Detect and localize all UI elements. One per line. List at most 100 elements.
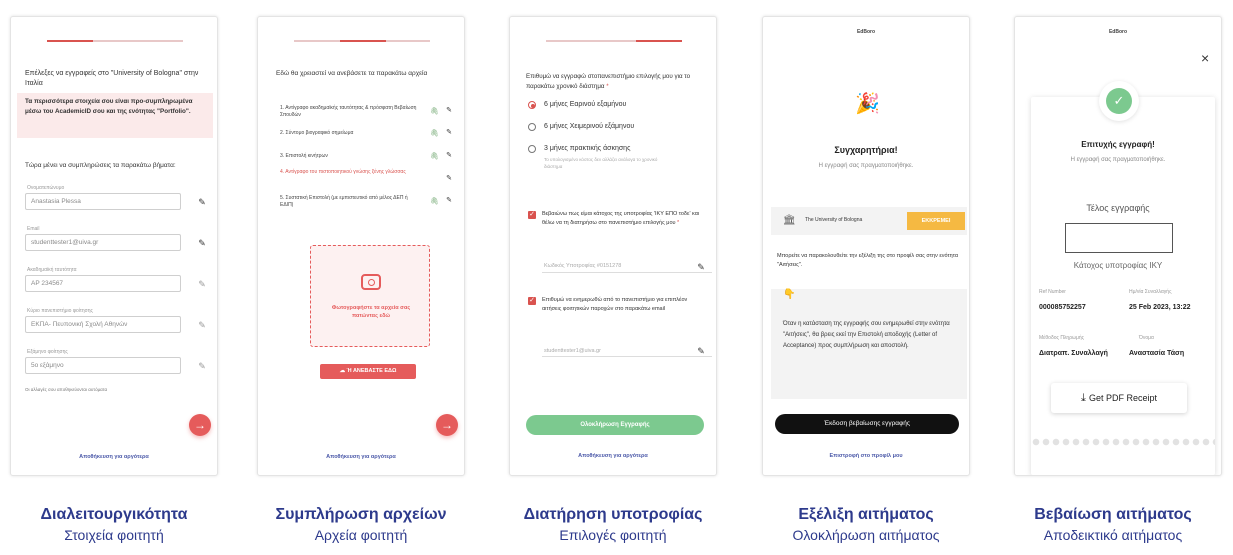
cloud-upload-icon: ☁ <box>339 368 347 374</box>
party-icon: 🎉 <box>855 93 880 115</box>
brand-logo: EdBoro <box>1108 29 1128 35</box>
option-hint: Το υπολογισμένο κόστος δεν αλλάζει ανάλο… <box>544 157 658 169</box>
semester-field[interactable]: 5ο εξάμηνο <box>25 357 181 374</box>
next-button[interactable]: → <box>189 414 211 436</box>
file-item: 2. Σύντομο βιογραφικό σημείωμα <box>280 130 354 136</box>
save-later-link[interactable]: Αποθήκευση για αργότερα <box>510 453 716 459</box>
edit-icon[interactable]: ✎ <box>444 128 454 138</box>
option-label: 6 μήνες Χειμερινού εξάμηνου <box>544 123 635 130</box>
field-label: Ακαδημαϊκή ταυτότητα <box>27 267 77 273</box>
radio-winter[interactable] <box>528 123 536 131</box>
date-label: Ημ/νία Συναλλαγής <box>1129 289 1172 295</box>
attachment-icon[interactable]: 🖇 <box>430 107 439 115</box>
screen-receipt: EdBoro × ✓ Επιτυχής εγγραφή! Η εγγραφή σ… <box>1014 16 1222 476</box>
field-label: Εξάμηνο φοίτησης <box>27 349 68 355</box>
date-value: 25 Feb 2023, 13:22 <box>1129 304 1191 311</box>
edit-icon[interactable]: ✎ <box>444 196 454 206</box>
congrats-title: Συγχαρητήρια! <box>834 145 898 155</box>
upload-button[interactable]: ☁ Ή ΑΝΕΒΑΣΤΕ ΕΔΩ <box>320 364 416 379</box>
photo-capture-area[interactable]: Φωτογραφήστε τα αρχεία σας πατώντας εδώ <box>310 245 430 347</box>
option-label: 6 μήνες Εαρινού εξαμήνου <box>544 101 627 108</box>
screen-student-info: Επέλεξες να εγγραφείς στο "University of… <box>10 16 218 476</box>
prompt-text: Τώρα μένει να συμπληρώσεις τα παρακάτω β… <box>25 162 176 169</box>
email-field[interactable]: studenttester1@uiva.gr <box>544 347 601 355</box>
caption: Εξέλιξη αιτήματος Ολοκλήρωση αιτήματος <box>746 505 986 545</box>
edit-icon[interactable]: ✎ <box>444 174 454 184</box>
edit-code-icon[interactable]: ✎ <box>696 262 706 272</box>
file-item: 1. Αντίγραφο ακαδημαϊκής ταυτότητας & πρ… <box>280 105 417 118</box>
success-subtitle: Η εγγραφή σας πραγματοποιήθηκε. <box>1070 157 1166 163</box>
university-logo-icon: 🏛 <box>783 215 796 226</box>
info-box: 👇 Όταν η κατάσταση της εγγραφής σου ενημ… <box>771 289 967 399</box>
congrats-subtitle: Η εγγραφή σας πραγματοποιήθηκε. <box>818 163 914 169</box>
email-field[interactable]: studenttester1@uiva.gr <box>25 234 181 251</box>
next-button[interactable]: → <box>436 414 458 436</box>
ref-value: 000085752257 <box>1039 304 1086 311</box>
method-label: Μέθοδος Πληρωμής <box>1039 335 1085 341</box>
screen-request-progress: EdBoro 🎉 Συγχαρητήρια! Η εγγραφή σας πρα… <box>762 16 970 476</box>
screen-scholarship: Επιθυμώ να εγγραφώ στοπανεπιστήμιο επιλο… <box>509 16 717 476</box>
caption-subtitle: Αποδεικτικό αιτήματος <box>1043 527 1183 543</box>
receipt-card <box>1031 97 1215 475</box>
name-field[interactable]: Anastasia Plessa <box>25 193 181 210</box>
academic-id-field[interactable]: AP 234567 <box>25 275 181 292</box>
caption: Βεβαίωση αιτήματος Αποδεικτικό αιτήματος <box>993 505 1233 545</box>
edit-university-icon[interactable]: ✎ <box>197 320 207 330</box>
consent-scholarship-checkbox[interactable]: ✓ <box>528 211 536 219</box>
edit-name-icon[interactable]: ✎ <box>197 197 207 207</box>
close-icon[interactable]: × <box>1201 51 1209 65</box>
progress-bar <box>546 40 682 42</box>
edit-semester-icon[interactable]: ✎ <box>197 361 207 371</box>
caption-subtitle: Επιλογές φοιτητή <box>559 527 667 543</box>
progress-bar <box>294 40 430 42</box>
camera-icon <box>361 274 381 290</box>
edit-id-icon[interactable]: ✎ <box>197 279 207 289</box>
success-ring: ✓ <box>1099 81 1139 121</box>
back-to-profile-link[interactable]: Επιστροφή στο προφίλ μου <box>763 453 969 459</box>
file-item: 5. Συστατική Επιστολή (με εμπιστευτικό α… <box>280 195 408 208</box>
download-icon: ⤓ <box>1081 392 1089 404</box>
attachment-icon[interactable]: 🖇 <box>430 152 439 160</box>
option-label: 3 μήνες πρακτικής άσκησης <box>544 145 631 152</box>
consent-email-text: Επιθυμώ να ενημερωθώ από το πανεπιστήμιο… <box>542 297 688 312</box>
caption-title: Διαλειτουργικότητα <box>40 506 188 523</box>
name-label: Όνομα <box>1139 335 1154 341</box>
attachment-icon[interactable]: 🖇 <box>430 197 439 205</box>
file-item: 3. Επιστολή κινήτρων <box>280 153 328 159</box>
pdf-receipt-button[interactable]: ⤓ Get PDF Receipt <box>1051 383 1187 413</box>
radio-internship[interactable] <box>528 145 536 153</box>
consent-scholarship-text: Βεβαιώνω πως είμαι κάτοχος της υποτροφία… <box>542 211 700 226</box>
file-item-missing: 4. Αντίγραφο του πιστοποιητικού γνώσης ξ… <box>280 169 406 175</box>
attachment-icon[interactable]: 🖇 <box>430 129 439 137</box>
fee-box <box>1065 223 1173 253</box>
progress-bar <box>47 40 183 42</box>
save-later-link[interactable]: Αποθήκευση για αργότερα <box>11 454 217 460</box>
field-label: Ονοματεπώνυμο <box>27 185 65 191</box>
edit-email-icon[interactable]: ✎ <box>197 238 207 248</box>
status-badge: ΕΚΚΡΕΜΕΙ <box>907 212 965 230</box>
radio-spring[interactable] <box>528 101 536 109</box>
complete-registration-button[interactable]: Ολοκλήρωση Εγγραφής <box>526 415 704 435</box>
caption-subtitle: Ολοκλήρωση αιτήματος <box>792 527 940 543</box>
edit-icon[interactable]: ✎ <box>444 106 454 116</box>
period-question: Επιθυμώ να εγγραφώ στοπανεπιστήμιο επιλο… <box>526 73 691 90</box>
intro-text: Επέλεξες να εγγραφείς στο "University of… <box>25 70 199 87</box>
caption-title: Συμπλήρωση αρχείων <box>275 506 447 523</box>
showcase: Επέλεξες να εγγραφείς στο "University of… <box>0 0 1233 555</box>
prefill-notice: Τα περισσότερα στοιχεία σου είναι προ-συ… <box>25 98 193 115</box>
name-value: Αναστασία Τάση <box>1129 350 1185 357</box>
brand-logo: EdBoro <box>856 29 876 35</box>
edit-email-icon[interactable]: ✎ <box>696 346 706 356</box>
consent-email-checkbox[interactable]: ✓ <box>528 297 536 305</box>
university-name: The University of Bologna <box>805 217 863 223</box>
scholarship-code-field[interactable]: Κωδικός Υποτροφίας #0151278 <box>544 262 621 270</box>
check-circle-icon: ✓ <box>1106 88 1132 114</box>
photo-hint: Φωτογραφήστε τα αρχεία σας πατώντας εδώ <box>331 305 411 319</box>
issue-certificate-button[interactable]: Έκδοση βεβαίωσης εγγραφής <box>775 414 959 434</box>
screen-student-files: Εδώ θα χρειαστεί να ανεβάσετε τα παρακάτ… <box>257 16 465 476</box>
files-intro: Εδώ θα χρειαστεί να ανεβάσετε τα παρακάτ… <box>276 70 428 77</box>
save-later-link[interactable]: Αποθήκευση για αργότερα <box>258 454 464 460</box>
edit-icon[interactable]: ✎ <box>444 151 454 161</box>
upload-label: Ή ΑΝΕΒΑΣΤΕ ΕΔΩ <box>346 368 397 374</box>
university-field[interactable]: ΕΚΠΑ- Πευπονική Σχολή Αθηνών <box>25 316 181 333</box>
